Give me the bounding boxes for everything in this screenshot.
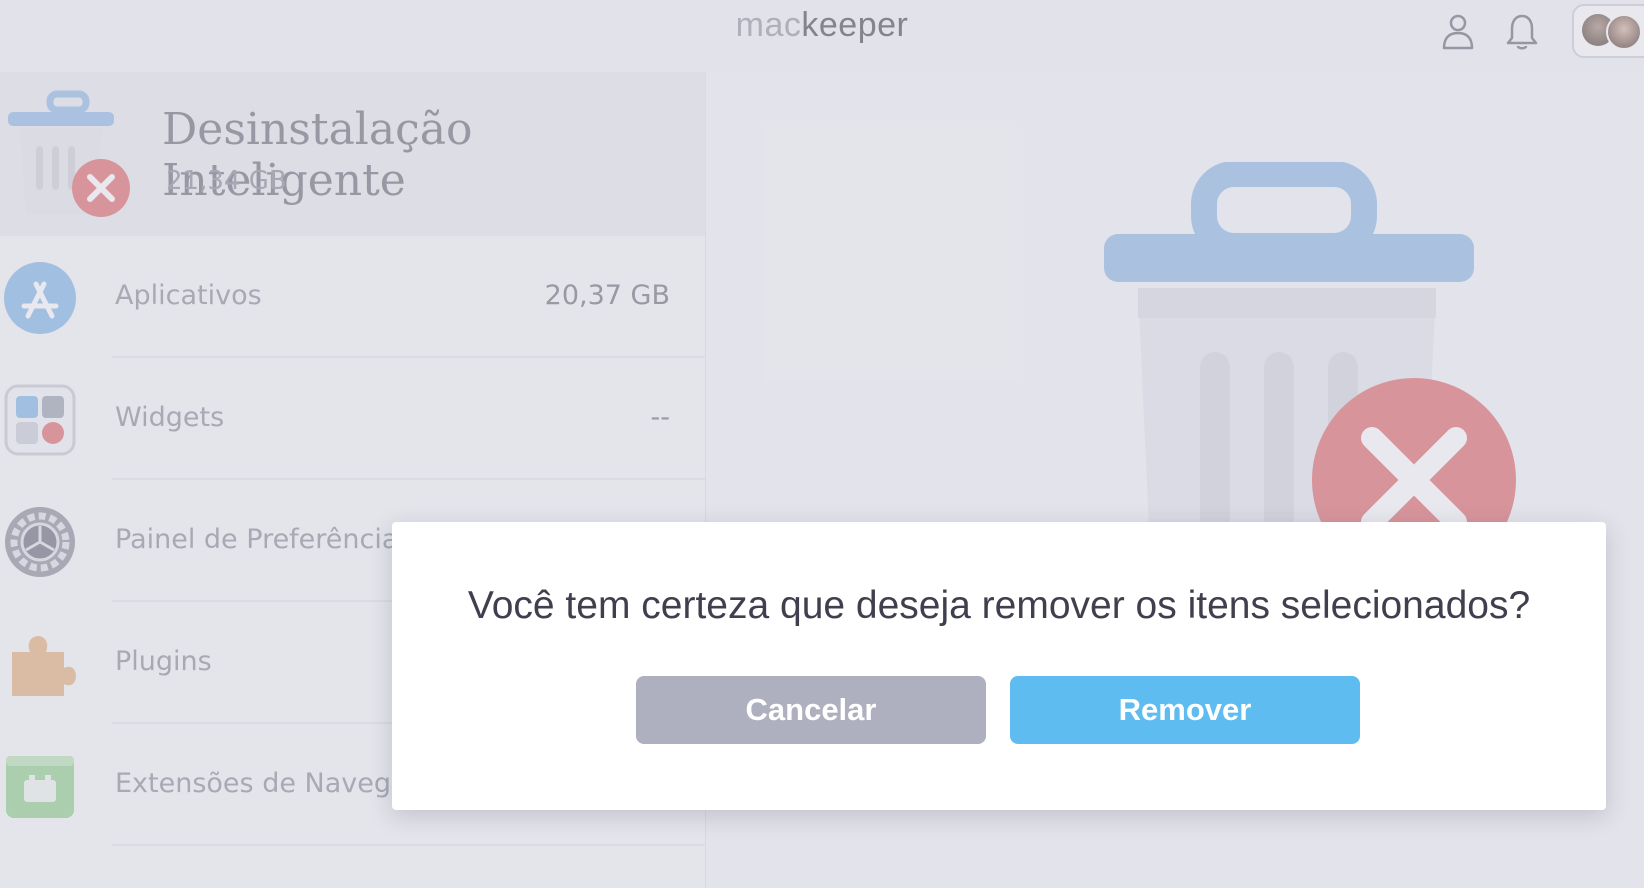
dialog-message: Você tem certeza que deseja remover os i… <box>467 584 1531 627</box>
remove-button[interactable]: Remover <box>1010 676 1360 744</box>
cancel-button[interactable]: Cancelar <box>636 676 986 744</box>
confirm-remove-dialog: Você tem certeza que deseja remover os i… <box>392 522 1606 810</box>
